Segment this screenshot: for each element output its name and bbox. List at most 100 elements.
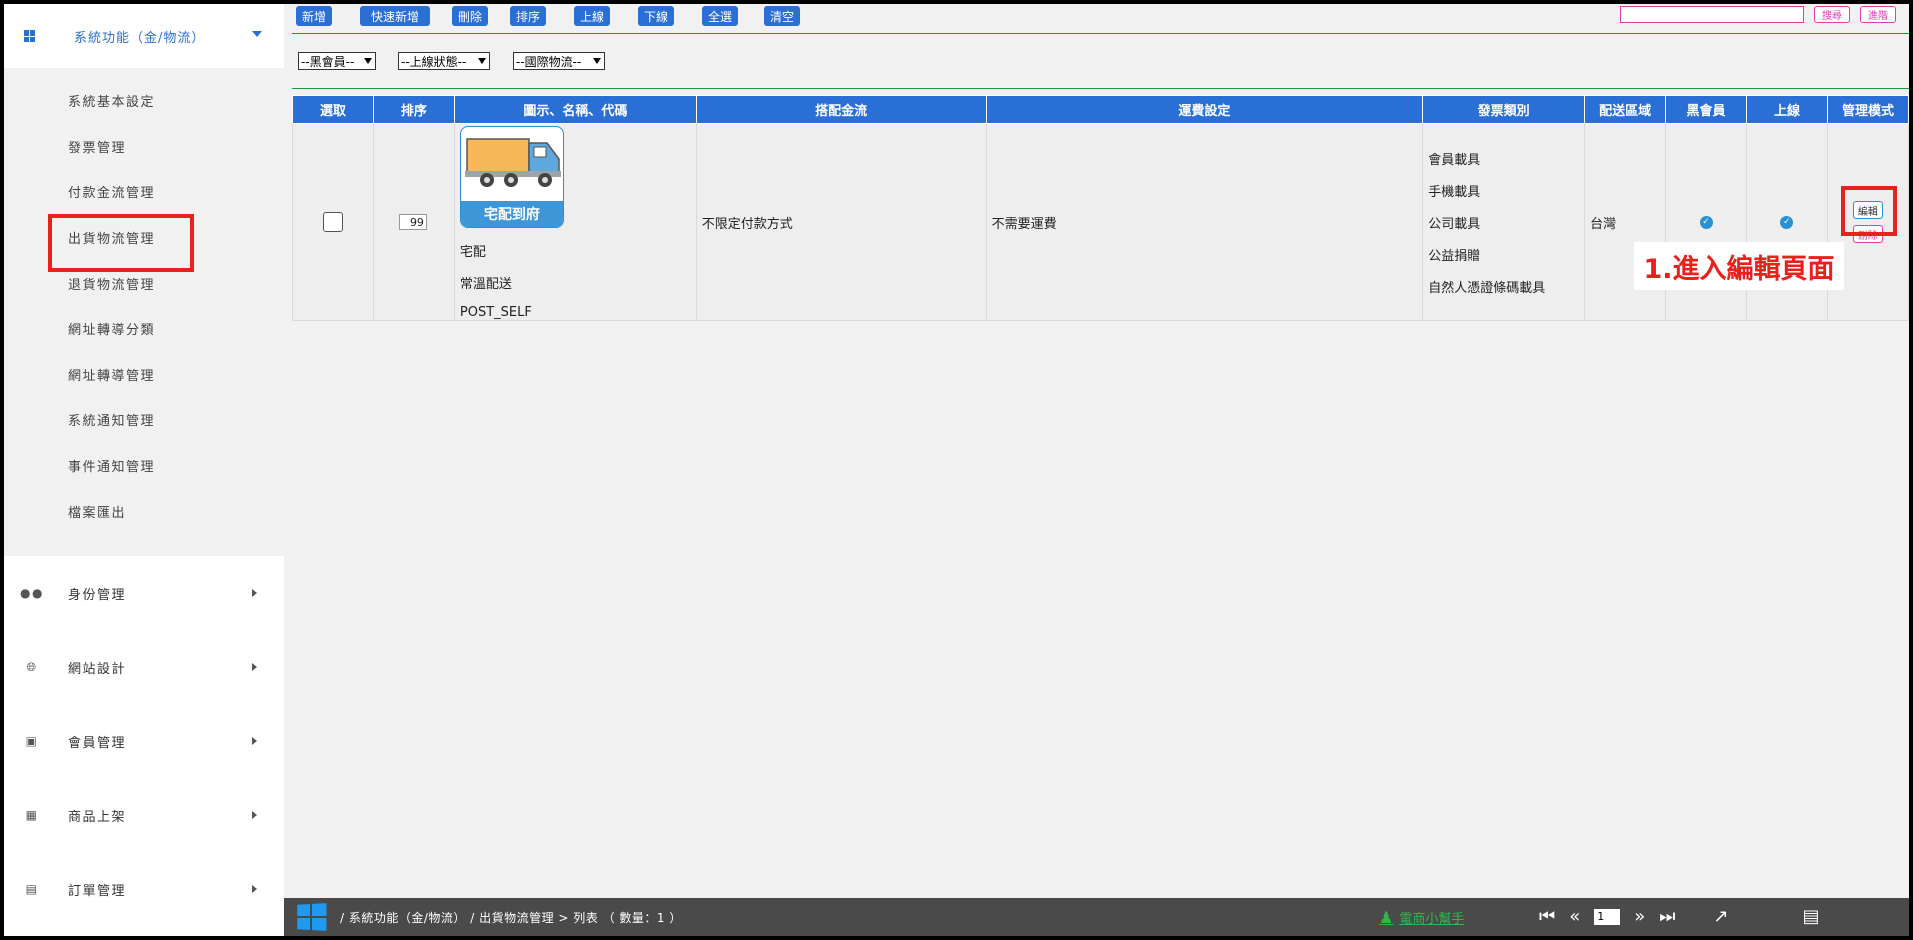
sidebar-group-identity[interactable]: ●● 身份管理: [4, 556, 284, 630]
invoice-type-item: 會員載具: [1428, 152, 1481, 168]
search-button[interactable]: 搜尋: [1814, 6, 1850, 23]
shipping-fee-cell: 不需要運費: [985, 123, 1424, 321]
page-select[interactable]: 1: [1594, 908, 1621, 925]
delete-button[interactable]: 刪除: [452, 6, 488, 26]
online-status-filter[interactable]: --上線狀態--: [398, 52, 490, 70]
pagination: ⏮︎ « 1 » ⏭︎ ↗ ▤: [1539, 906, 1820, 927]
sort-input[interactable]: 99: [398, 214, 427, 230]
sidebar-item-system-settings[interactable]: 系統基本設定: [4, 78, 284, 124]
filter-label: --國際物流--: [516, 54, 582, 69]
id-card-icon: ▣: [25, 734, 39, 748]
caret-right-icon: [252, 885, 257, 893]
invoice-type-item: 手機載具: [1428, 184, 1481, 200]
sidebar-item-redirect-management[interactable]: 網址轉導管理: [4, 352, 284, 398]
filter-label: --上線狀態--: [401, 54, 467, 69]
sidebar: 系統功能（金/物流） 系統基本設定 發票管理 付款金流管理 出貨物流管理 退貨物…: [4, 4, 284, 936]
truck-icon: [464, 138, 561, 187]
method-name: 宅配: [459, 245, 486, 260]
search-input[interactable]: [1620, 6, 1804, 23]
quick-add-button[interactable]: 快速新增: [360, 6, 430, 26]
first-page-icon[interactable]: ⏮︎: [1539, 906, 1555, 927]
online-button[interactable]: 上線: [574, 6, 610, 26]
black-member-filter[interactable]: --黑會員--: [298, 52, 376, 70]
next-page-icon[interactable]: »: [1634, 906, 1645, 927]
footer-bar: / 系統功能（金/物流） / 出貨物流管理 > 列表 （ 數量：1 ） ♟ 電商…: [284, 898, 1909, 936]
divider: [292, 88, 1909, 89]
invoice-type-item: 自然人憑證條碼載具: [1428, 280, 1546, 296]
black-member-cell: ✓: [1665, 123, 1747, 321]
method-code: POST_SELF: [459, 305, 532, 320]
sidebar-item-label: 事件通知管理: [68, 460, 156, 476]
col-select: 選取: [292, 95, 374, 124]
select-all-button[interactable]: 全選: [702, 6, 738, 26]
breadcrumb: / 系統功能（金/物流） / 出貨物流管理 > 列表 （ 數量：1 ）: [340, 910, 682, 925]
last-page-icon[interactable]: ⏭︎: [1659, 906, 1675, 927]
document-icon[interactable]: ▤: [1803, 906, 1820, 927]
sidebar-item-payment[interactable]: 付款金流管理: [4, 169, 284, 215]
edit-highlight-box: [1841, 186, 1897, 236]
sidebar-group-member[interactable]: ▣ 會員管理: [4, 704, 284, 778]
sidebar-item-return-logistics[interactable]: 退貨物流管理: [4, 260, 284, 306]
caret-down-icon: [252, 31, 262, 37]
sidebar-group-label: 商品上架: [68, 809, 127, 825]
sidebar-item-file-export[interactable]: 檔案匯出: [4, 488, 284, 534]
sidebar-group-orders[interactable]: ▤ 訂單管理: [4, 852, 284, 926]
sidebar-group-website-design[interactable]: 🌐︎ 網站設計: [4, 630, 284, 704]
image-caption: 宅配到府: [460, 201, 563, 227]
caret-right-icon: [252, 811, 257, 819]
add-button[interactable]: 新增: [296, 6, 332, 26]
online-cell: ✓: [1745, 123, 1828, 321]
sidebar-group-label: 會員管理: [68, 735, 127, 751]
annotation-label: 1.進入編輯頁面: [1634, 242, 1844, 290]
dropdown-arrow-icon: [593, 58, 601, 64]
dropdown-arrow-icon: [478, 58, 486, 64]
sidebar-item-label: 發票管理: [68, 140, 127, 156]
sidebar-group-products[interactable]: ▦ 商品上架: [4, 778, 284, 852]
sidebar-item-event-notice[interactable]: 事件通知管理: [4, 443, 284, 489]
sidebar-item-invoice[interactable]: 發票管理: [4, 124, 284, 170]
scroll-icon: ▤: [25, 882, 39, 896]
sidebar-item-shipping-logistics[interactable]: 出貨物流管理: [4, 213, 284, 272]
region-cell: 台灣: [1584, 123, 1667, 321]
col-manage: 管理模式: [1826, 95, 1909, 124]
sidebar-submenu: 系統基本設定 發票管理 付款金流管理 出貨物流管理 退貨物流管理 網址轉導分類 …: [4, 68, 284, 556]
clear-button[interactable]: 清空: [764, 6, 800, 26]
advanced-button[interactable]: 進階: [1860, 6, 1896, 23]
sidebar-header[interactable]: 系統功能（金/物流）: [4, 4, 284, 68]
helper-link[interactable]: ♟ 電商小幫手: [1379, 908, 1464, 927]
windows-icon: [24, 30, 36, 42]
helper-label: 電商小幫手: [1399, 912, 1465, 927]
caret-right-icon: [252, 737, 257, 745]
prev-page-icon[interactable]: «: [1569, 906, 1580, 927]
dropdown-arrow-icon: [364, 58, 372, 64]
col-invoice-type: 發票類別: [1422, 95, 1586, 124]
sidebar-item-label: 出貨物流管理: [68, 232, 156, 248]
person-icon: ♟: [1379, 908, 1394, 927]
sidebar-item-label: 系統通知管理: [68, 414, 156, 430]
offline-button[interactable]: 下線: [638, 6, 674, 26]
check-circle-icon[interactable]: ✓: [1699, 215, 1713, 229]
sort-button[interactable]: 排序: [510, 6, 546, 26]
globe-icon: 🌐︎: [26, 659, 38, 674]
col-sort: 排序: [372, 95, 455, 124]
table-row: 99 宅配到府 宅配 常溫配送 POST_SELF 不限定付款方式 不需要運費 …: [292, 123, 1909, 321]
method-subname: 常溫配送: [459, 277, 512, 292]
international-logistics-filter[interactable]: --國際物流--: [513, 52, 605, 70]
sidebar-group-label: 身份管理: [68, 587, 127, 603]
sidebar-item-label: 網址轉導管理: [68, 368, 156, 384]
col-icon-name-code: 圖示、名稱、代碼: [453, 95, 697, 124]
share-icon[interactable]: ↗: [1713, 906, 1728, 927]
row-checkbox[interactable]: [322, 212, 343, 232]
col-payment: 搭配金流: [695, 95, 987, 124]
sidebar-item-system-notice[interactable]: 系統通知管理: [4, 397, 284, 443]
col-shipping-fee: 運費設定: [985, 95, 1424, 124]
sort-cell: 99: [372, 123, 455, 321]
check-circle-icon[interactable]: ✓: [1780, 215, 1794, 229]
sidebar-item-label: 網址轉導分類: [68, 323, 156, 339]
name-list: 宅配 常溫配送 POST_SELF: [460, 241, 696, 320]
users-icon: ●●: [20, 586, 44, 600]
invoice-type-item: 公司載具: [1428, 216, 1481, 232]
windows-logo-icon[interactable]: [297, 903, 327, 931]
sidebar-item-redirect-category[interactable]: 網址轉導分類: [4, 306, 284, 352]
col-region: 配送區域: [1584, 95, 1667, 124]
